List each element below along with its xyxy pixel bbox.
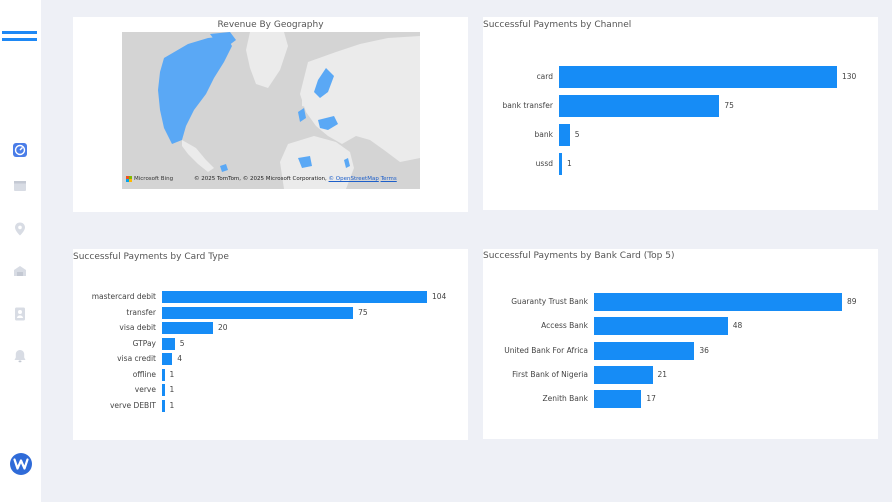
- nav-bank-button[interactable]: [11, 262, 29, 280]
- bar[interactable]: [559, 66, 837, 88]
- bar-category-label: First Bank of Nigeria: [512, 369, 588, 379]
- nav-dashboard-button[interactable]: [11, 141, 29, 159]
- bar-category-label: visa credit: [117, 354, 156, 363]
- bar[interactable]: [162, 322, 213, 334]
- bar-category-label: transfer: [126, 307, 156, 317]
- bank-icon: [14, 266, 26, 276]
- channel-card-title: Successful Payments by Channel: [483, 20, 632, 30]
- bar-category-label: Zenith Bank: [542, 394, 588, 404]
- world-map-graphic: [122, 32, 420, 189]
- nav-location-button[interactable]: [11, 220, 29, 238]
- bar-value-label: 1: [169, 385, 175, 394]
- bar-value-label: 36: [699, 345, 709, 355]
- bar[interactable]: [559, 124, 570, 146]
- bar-category-label: mastercard debit: [91, 292, 156, 301]
- bing-logo: Microsoft Bing: [126, 176, 173, 182]
- bar-value-label: 21: [657, 369, 668, 379]
- bar[interactable]: [559, 95, 720, 117]
- bar-value-label: 75: [358, 307, 368, 317]
- bar-value-label: 48: [732, 321, 743, 331]
- dashboard-icon: [13, 143, 27, 157]
- openstreetmap-link[interactable]: © OpenStreetMap: [329, 176, 379, 182]
- bar-category-label: United Bank For Africa: [504, 345, 588, 355]
- bar[interactable]: [162, 306, 354, 319]
- bank-card-title: Successful Payments by Bank Card (Top 5): [483, 251, 675, 261]
- bar-category-label: bank: [534, 130, 553, 139]
- payments-by-card-type-card: Successful Payments by Card Type masterc…: [73, 249, 468, 440]
- bar-category-label: card: [536, 72, 553, 81]
- bar[interactable]: [162, 337, 175, 350]
- sidebar: [0, 0, 41, 502]
- bell-icon: [14, 350, 26, 363]
- bar-category-label: verve DEBIT: [109, 400, 156, 410]
- card-type-card-title: Successful Payments by Card Type: [73, 252, 229, 262]
- nav-table-button[interactable]: [11, 177, 29, 195]
- payments-by-channel-card: Successful Payments by Channel card 130 ba…: [483, 17, 878, 210]
- hamburger-icon-line: [2, 38, 37, 41]
- bar[interactable]: [559, 153, 562, 175]
- microsoft-logo-icon: [126, 176, 132, 182]
- bar-category-label: verve: [134, 385, 156, 394]
- hamburger-menu-button[interactable]: [2, 31, 37, 43]
- bar-value-label: 104: [432, 292, 447, 301]
- bar[interactable]: [594, 317, 728, 336]
- map-attribution-text: © 2025 TomTom, © 2025 Microsoft Corporat…: [194, 176, 329, 182]
- revenue-geography-card: Revenue By Geography Microsoft Bing © 20…: [73, 17, 468, 212]
- bar[interactable]: [594, 293, 842, 311]
- nav-notifications-button[interactable]: [11, 347, 29, 365]
- bar[interactable]: [594, 390, 642, 409]
- bar-category-label: Guaranty Trust Bank: [511, 297, 588, 306]
- map-attribution: © 2025 TomTom, © 2025 Microsoft Corporat…: [194, 176, 397, 182]
- map-card-title: Revenue By Geography: [217, 20, 324, 30]
- bar-value-label: 4: [177, 354, 182, 363]
- bar[interactable]: [162, 384, 165, 396]
- nav-user-button[interactable]: [11, 305, 29, 323]
- bar[interactable]: [162, 399, 165, 412]
- user-icon: [15, 307, 25, 321]
- bar-category-label: offline: [132, 369, 156, 379]
- bar-category-label: Access Bank: [541, 321, 588, 331]
- bar-category-label: ussd: [535, 159, 553, 168]
- geography-map[interactable]: Microsoft Bing © 2025 TomTom, © 2025 Mic…: [122, 32, 420, 189]
- bar[interactable]: [594, 365, 653, 384]
- bar[interactable]: [162, 353, 173, 365]
- bar-category-label: visa debit: [119, 323, 156, 332]
- bar-category-label: bank transfer: [502, 101, 553, 110]
- map-terms-link[interactable]: Terms: [381, 176, 397, 182]
- bar-category-label: GTPay: [132, 338, 156, 348]
- location-pin-icon: [15, 222, 25, 236]
- bar-value-label: 20: [217, 323, 228, 332]
- bar-value-label: 1: [567, 159, 572, 168]
- payments-by-bank-card: Successful Payments by Bank Card (Top 5)…: [483, 249, 878, 439]
- bar-value-label: 5: [574, 130, 580, 139]
- bar[interactable]: [162, 368, 165, 381]
- bar-value-label: 130: [842, 72, 857, 81]
- map-provider-label: Microsoft Bing: [134, 176, 174, 182]
- bar-value-label: 5: [179, 338, 185, 348]
- bar-value-label: 1: [169, 400, 175, 410]
- hamburger-icon: [2, 31, 37, 34]
- bar-value-label: 17: [646, 394, 656, 404]
- bar-value-label: 75: [724, 101, 734, 110]
- table-icon: [14, 181, 26, 191]
- brand-logo-icon: [10, 453, 32, 475]
- bar-value-label: 89: [847, 297, 857, 306]
- bar[interactable]: [162, 291, 427, 303]
- bar[interactable]: [594, 341, 695, 360]
- bar-value-label: 1: [169, 369, 175, 379]
